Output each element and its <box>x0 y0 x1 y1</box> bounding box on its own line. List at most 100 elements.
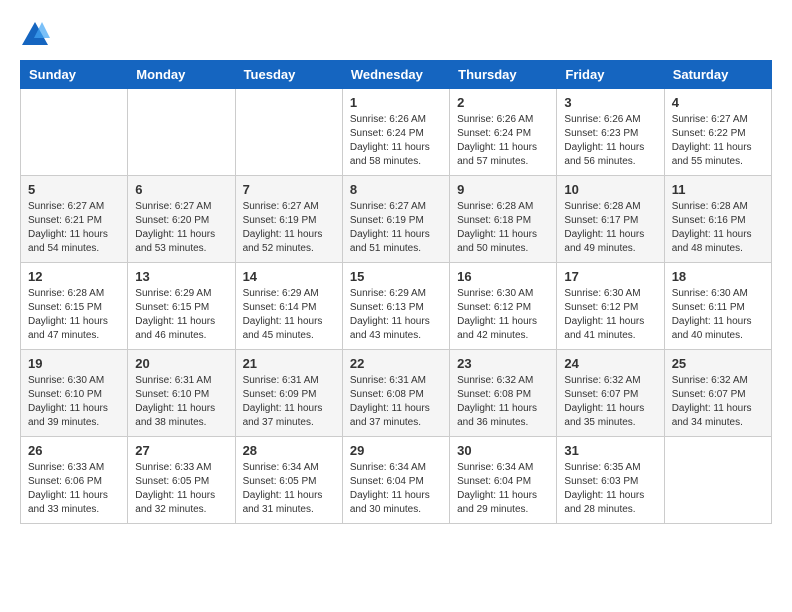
calendar-cell: 10 Sunrise: 6:28 AM Sunset: 6:17 PM Dayli… <box>557 176 664 263</box>
calendar-cell: 12Sunrise: 6:28 AM Sunset: 6:15 PM Dayli… <box>21 263 128 350</box>
day-info: Sunrise: 6:27 AM Sunset: 6:19 PM Dayligh… <box>243 200 335 256</box>
weekday-header: Wednesday <box>342 61 449 89</box>
calendar-cell <box>21 89 128 176</box>
day-number: 20 <box>135 356 227 371</box>
calendar-cell: 8 Sunrise: 6:27 AM Sunset: 6:19 PM Daylig… <box>342 176 449 263</box>
calendar-cell: 21 Sunrise: 6:31 AM Sunset: 6:09 PM Dayli… <box>235 350 342 437</box>
weekday-header: Friday <box>557 61 664 89</box>
day-info: Sunrise: 6:30 AM Sunset: 6:12 PM Dayligh… <box>564 287 656 343</box>
calendar-cell: 2 Sunrise: 6:26 AM Sunset: 6:24 PM Daylig… <box>450 89 557 176</box>
calendar-week-row: 19Sunrise: 6:30 AM Sunset: 6:10 PM Dayli… <box>21 350 772 437</box>
calendar-cell: 3 Sunrise: 6:26 AM Sunset: 6:23 PM Daylig… <box>557 89 664 176</box>
day-info: Sunrise: 6:29 AM Sunset: 6:15 PM Dayligh… <box>135 287 227 343</box>
calendar-cell: 16 Sunrise: 6:30 AM Sunset: 6:12 PM Dayli… <box>450 263 557 350</box>
calendar-cell: 6Sunrise: 6:27 AM Sunset: 6:20 PM Daylig… <box>128 176 235 263</box>
day-number: 10 <box>564 182 656 197</box>
calendar-week-row: 12Sunrise: 6:28 AM Sunset: 6:15 PM Dayli… <box>21 263 772 350</box>
day-number: 5 <box>28 182 120 197</box>
calendar-week-row: 26 Sunrise: 6:33 AM Sunset: 6:06 PM Dayli… <box>21 437 772 524</box>
calendar-cell: 13 Sunrise: 6:29 AM Sunset: 6:15 PM Dayli… <box>128 263 235 350</box>
day-number: 28 <box>243 443 335 458</box>
calendar-cell: 31 Sunrise: 6:35 AM Sunset: 6:03 PM Dayli… <box>557 437 664 524</box>
day-info: Sunrise: 6:28 AM Sunset: 6:17 PM Dayligh… <box>564 200 656 256</box>
logo-icon <box>20 20 50 50</box>
calendar-cell: 28 Sunrise: 6:34 AM Sunset: 6:05 PM Dayli… <box>235 437 342 524</box>
calendar-cell: 7 Sunrise: 6:27 AM Sunset: 6:19 PM Daylig… <box>235 176 342 263</box>
calendar-cell: 1 Sunrise: 6:26 AM Sunset: 6:24 PM Daylig… <box>342 89 449 176</box>
day-number: 16 <box>457 269 549 284</box>
calendar-cell: 24Sunrise: 6:32 AM Sunset: 6:07 PM Dayli… <box>557 350 664 437</box>
calendar-table: SundayMondayTuesdayWednesdayThursdayFrid… <box>20 60 772 524</box>
day-number: 3 <box>564 95 656 110</box>
day-info: Sunrise: 6:32 AM Sunset: 6:07 PM Dayligh… <box>672 374 764 430</box>
calendar-cell: 20 Sunrise: 6:31 AM Sunset: 6:10 PM Dayli… <box>128 350 235 437</box>
day-number: 2 <box>457 95 549 110</box>
calendar-cell: 26 Sunrise: 6:33 AM Sunset: 6:06 PM Dayli… <box>21 437 128 524</box>
day-info: Sunrise: 6:26 AM Sunset: 6:24 PM Dayligh… <box>457 113 549 169</box>
calendar-cell: 22Sunrise: 6:31 AM Sunset: 6:08 PM Dayli… <box>342 350 449 437</box>
day-info: Sunrise: 6:30 AM Sunset: 6:12 PM Dayligh… <box>457 287 549 343</box>
day-number: 9 <box>457 182 549 197</box>
calendar-cell: 11 Sunrise: 6:28 AM Sunset: 6:16 PM Dayli… <box>664 176 771 263</box>
day-info: Sunrise: 6:35 AM Sunset: 6:03 PM Dayligh… <box>564 461 656 517</box>
day-number: 23 <box>457 356 549 371</box>
day-info: Sunrise: 6:27 AM Sunset: 6:21 PM Dayligh… <box>28 200 120 256</box>
day-number: 29 <box>350 443 442 458</box>
day-info: Sunrise: 6:32 AM Sunset: 6:07 PM Dayligh… <box>564 374 656 430</box>
day-info: Sunrise: 6:33 AM Sunset: 6:06 PM Dayligh… <box>28 461 120 517</box>
day-number: 11 <box>672 182 764 197</box>
day-info: Sunrise: 6:26 AM Sunset: 6:23 PM Dayligh… <box>564 113 656 169</box>
day-info: Sunrise: 6:31 AM Sunset: 6:09 PM Dayligh… <box>243 374 335 430</box>
day-number: 8 <box>350 182 442 197</box>
calendar-cell: 5 Sunrise: 6:27 AM Sunset: 6:21 PM Daylig… <box>21 176 128 263</box>
calendar-week-row: 1 Sunrise: 6:26 AM Sunset: 6:24 PM Daylig… <box>21 89 772 176</box>
day-number: 7 <box>243 182 335 197</box>
page-header <box>20 20 772 50</box>
day-info: Sunrise: 6:28 AM Sunset: 6:16 PM Dayligh… <box>672 200 764 256</box>
day-number: 26 <box>28 443 120 458</box>
day-info: Sunrise: 6:29 AM Sunset: 6:13 PM Dayligh… <box>350 287 442 343</box>
calendar-cell <box>235 89 342 176</box>
day-info: Sunrise: 6:30 AM Sunset: 6:11 PM Dayligh… <box>672 287 764 343</box>
calendar-cell: 23Sunrise: 6:32 AM Sunset: 6:08 PM Dayli… <box>450 350 557 437</box>
calendar-week-row: 5 Sunrise: 6:27 AM Sunset: 6:21 PM Daylig… <box>21 176 772 263</box>
calendar-cell: 17 Sunrise: 6:30 AM Sunset: 6:12 PM Dayli… <box>557 263 664 350</box>
calendar-cell: 14Sunrise: 6:29 AM Sunset: 6:14 PM Dayli… <box>235 263 342 350</box>
logo <box>20 20 54 50</box>
calendar-cell: 29 Sunrise: 6:34 AM Sunset: 6:04 PM Dayli… <box>342 437 449 524</box>
day-number: 15 <box>350 269 442 284</box>
calendar-cell: 15 Sunrise: 6:29 AM Sunset: 6:13 PM Dayli… <box>342 263 449 350</box>
calendar-cell <box>128 89 235 176</box>
day-info: Sunrise: 6:34 AM Sunset: 6:04 PM Dayligh… <box>350 461 442 517</box>
day-number: 13 <box>135 269 227 284</box>
day-number: 30 <box>457 443 549 458</box>
calendar-cell: 30 Sunrise: 6:34 AM Sunset: 6:04 PM Dayli… <box>450 437 557 524</box>
calendar-cell: 25 Sunrise: 6:32 AM Sunset: 6:07 PM Dayli… <box>664 350 771 437</box>
day-info: Sunrise: 6:28 AM Sunset: 6:18 PM Dayligh… <box>457 200 549 256</box>
day-info: Sunrise: 6:26 AM Sunset: 6:24 PM Dayligh… <box>350 113 442 169</box>
day-number: 17 <box>564 269 656 284</box>
day-info: Sunrise: 6:28 AM Sunset: 6:15 PM Dayligh… <box>28 287 120 343</box>
day-number: 4 <box>672 95 764 110</box>
day-info: Sunrise: 6:34 AM Sunset: 6:05 PM Dayligh… <box>243 461 335 517</box>
day-info: Sunrise: 6:27 AM Sunset: 6:22 PM Dayligh… <box>672 113 764 169</box>
day-info: Sunrise: 6:27 AM Sunset: 6:20 PM Dayligh… <box>135 200 227 256</box>
weekday-header: Saturday <box>664 61 771 89</box>
weekday-header: Sunday <box>21 61 128 89</box>
day-info: Sunrise: 6:27 AM Sunset: 6:19 PM Dayligh… <box>350 200 442 256</box>
day-info: Sunrise: 6:29 AM Sunset: 6:14 PM Dayligh… <box>243 287 335 343</box>
day-info: Sunrise: 6:30 AM Sunset: 6:10 PM Dayligh… <box>28 374 120 430</box>
calendar-cell <box>664 437 771 524</box>
calendar-cell: 18 Sunrise: 6:30 AM Sunset: 6:11 PM Dayli… <box>664 263 771 350</box>
weekday-header: Thursday <box>450 61 557 89</box>
day-number: 31 <box>564 443 656 458</box>
day-number: 18 <box>672 269 764 284</box>
day-info: Sunrise: 6:34 AM Sunset: 6:04 PM Dayligh… <box>457 461 549 517</box>
weekday-header: Tuesday <box>235 61 342 89</box>
day-number: 21 <box>243 356 335 371</box>
day-info: Sunrise: 6:31 AM Sunset: 6:10 PM Dayligh… <box>135 374 227 430</box>
calendar-cell: 27Sunrise: 6:33 AM Sunset: 6:05 PM Dayli… <box>128 437 235 524</box>
day-number: 1 <box>350 95 442 110</box>
day-number: 25 <box>672 356 764 371</box>
day-number: 27 <box>135 443 227 458</box>
